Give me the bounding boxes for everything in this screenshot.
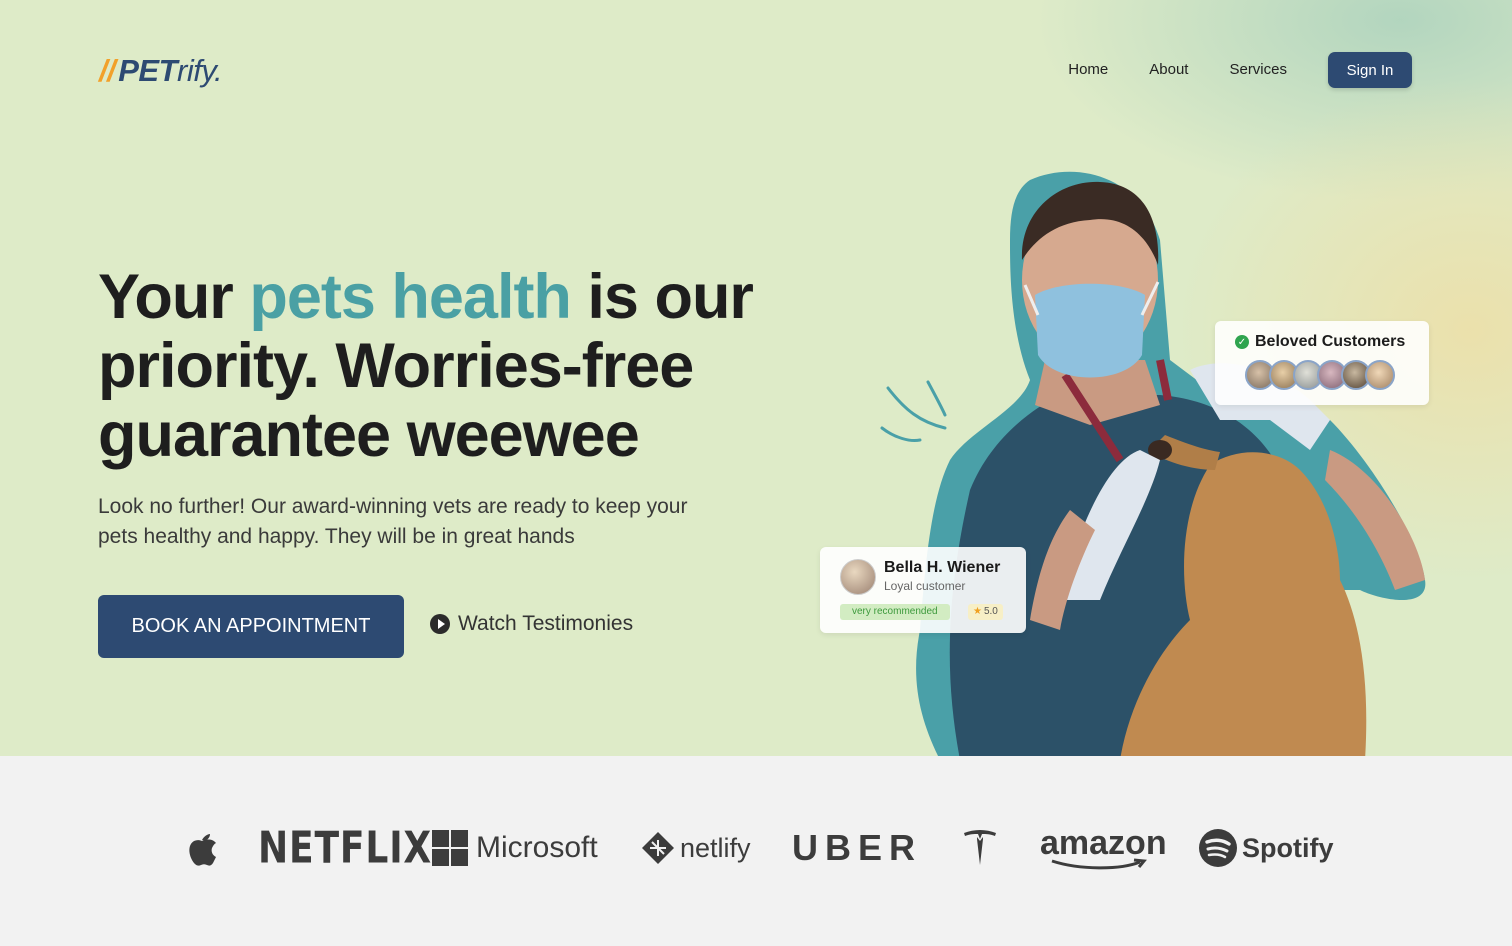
rating-badge: ★ 5.0: [968, 604, 1003, 620]
petrify-logo[interactable]: //PETrify.: [99, 52, 223, 90]
testimonial-card: Bella H. Wiener Loyal customer very reco…: [820, 547, 1026, 633]
hero-subtext: Look no further! Our award-winning vets …: [98, 495, 688, 548]
beloved-customers-card: ✓ Beloved Customers: [1215, 321, 1429, 405]
microsoft-wordmark: Microsoft: [476, 831, 598, 864]
logo-slash: //: [99, 53, 116, 88]
amazon-logo: amazon: [1040, 826, 1167, 870]
book-appointment-button[interactable]: BOOK AN APPOINTMENT: [98, 595, 404, 658]
amazon-wordmark: amazon: [1040, 824, 1167, 862]
hero-headline: Your pets health is our priority. Worrie…: [98, 263, 818, 470]
play-icon: [430, 614, 450, 634]
netlify-logo: netlify: [640, 830, 751, 866]
vet-examining-dog-photo: [880, 171, 1426, 756]
netflix-logo: NETFLIX: [258, 822, 433, 874]
netlify-diamond-icon: [642, 832, 674, 864]
netlify-wordmark: netlify: [680, 832, 751, 863]
sign-in-button[interactable]: Sign In: [1328, 52, 1412, 88]
nav-about[interactable]: About: [1149, 52, 1188, 88]
microsoft-squares-icon: [432, 830, 468, 866]
uber-logo: UBER: [792, 827, 923, 868]
customer-avatars: [1245, 360, 1395, 390]
recommended-badge: very recommended: [840, 604, 950, 620]
spotify-wordmark: Spotify: [1242, 832, 1334, 863]
spotify-logo: Spotify: [1198, 828, 1334, 868]
logo-light-text: rify.: [177, 53, 223, 88]
tesla-logo: [964, 830, 996, 865]
customer-avatar: [1365, 360, 1395, 390]
top-nav: Home About Services Sign In: [1068, 52, 1412, 88]
watch-testimonies-label: Watch Testimonies: [458, 612, 634, 635]
reviewer-name: Bella H. Wiener: [884, 559, 1001, 576]
reviewer-avatar: [840, 559, 876, 595]
logo-bold-text: PET: [118, 53, 178, 88]
headline-accent: pets health: [249, 262, 572, 332]
watch-testimonies-link[interactable]: Watch Testimonies: [430, 612, 633, 636]
nav-home[interactable]: Home: [1068, 52, 1108, 88]
nav-services[interactable]: Services: [1229, 52, 1287, 88]
microsoft-logo: Microsoft: [432, 830, 598, 866]
star-icon: ★: [973, 606, 982, 617]
headline-start: Your: [98, 262, 250, 332]
reviewer-role: Loyal customer: [884, 579, 966, 593]
rating-value: 5.0: [983, 606, 998, 617]
beloved-customers-label: Beloved Customers: [1255, 333, 1406, 350]
spotify-circle-icon: [1199, 829, 1237, 867]
partner-logos: NETFLIX Microsoft netlify UBER amazon Sp…: [0, 756, 1512, 946]
apple-logo: [189, 834, 216, 866]
check-icon: ✓: [1235, 335, 1249, 349]
beloved-customers-title: ✓ Beloved Customers: [1235, 333, 1405, 351]
hero-section: //PETrify. Home About Services Sign In Y…: [0, 0, 1512, 756]
